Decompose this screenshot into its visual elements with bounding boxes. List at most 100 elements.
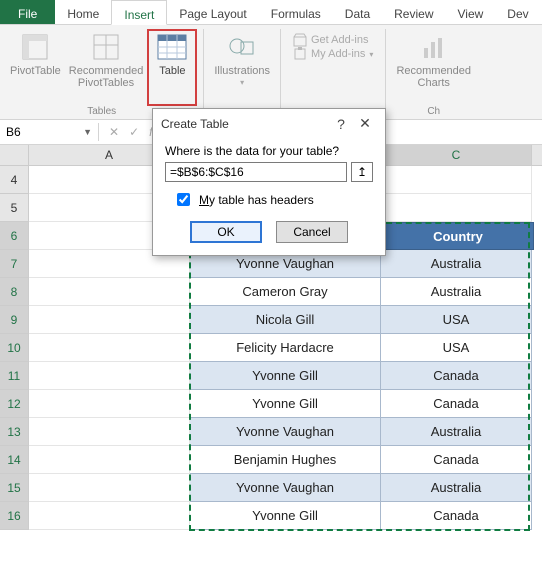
ok-button[interactable]: OK <box>190 221 262 243</box>
pivottable-button[interactable]: PivotTable <box>6 29 65 106</box>
row-header[interactable]: 6 <box>0 222 29 250</box>
recommended-pivottables-button[interactable]: Recommended PivotTables <box>65 29 148 106</box>
tables-group-label: Tables <box>87 106 116 119</box>
row-header[interactable]: 13 <box>0 418 29 446</box>
row-header[interactable]: 8 <box>0 278 29 306</box>
pivottable-icon <box>19 31 51 63</box>
tab-view[interactable]: View <box>446 0 496 24</box>
chevron-down-icon[interactable]: ▼ <box>83 127 92 137</box>
grid-row: 9 Nicola GillUSA <box>0 306 542 334</box>
row-header[interactable]: 14 <box>0 446 29 474</box>
cell[interactable]: Canada <box>381 362 532 390</box>
chevron-down-icon: ▾ <box>369 50 373 59</box>
tab-insert[interactable]: Insert <box>111 0 167 25</box>
row-header[interactable]: 5 <box>0 194 29 222</box>
tab-formulas[interactable]: Formulas <box>259 0 333 24</box>
cell[interactable] <box>29 446 190 474</box>
recommended-charts-label: Recommended Charts <box>396 65 471 89</box>
grid-row: 14 Benjamin HughesCanada <box>0 446 542 474</box>
has-headers-label[interactable]: My table has headers <box>199 193 314 207</box>
collapse-dialog-icon: ↥ <box>357 165 367 179</box>
my-addins-button[interactable]: My Add-ins ▾ <box>293 47 373 61</box>
cell[interactable]: Australia <box>381 418 532 446</box>
cell[interactable] <box>29 474 190 502</box>
tab-file[interactable]: File <box>0 0 55 24</box>
cell[interactable] <box>29 362 190 390</box>
cell[interactable]: Yvonne Gill <box>190 362 381 390</box>
grid-row: 11 Yvonne GillCanada <box>0 362 542 390</box>
grid-row: 16 Yvonne GillCanada <box>0 502 542 530</box>
create-table-dialog: Create Table ? ✕ Where is the data for y… <box>152 108 386 256</box>
cell[interactable]: Australia <box>381 250 532 278</box>
cell[interactable]: Canada <box>381 446 532 474</box>
cell[interactable]: Yvonne Gill <box>190 502 381 530</box>
formula-bar[interactable]: ✕ ✓ fx <box>99 125 158 139</box>
cell[interactable]: Felicity Hardacre <box>190 334 381 362</box>
grid-row: 12 Yvonne GillCanada <box>0 390 542 418</box>
cell[interactable] <box>29 278 190 306</box>
confirm-entry-icon[interactable]: ✓ <box>129 125 139 139</box>
cell[interactable]: Canada <box>381 390 532 418</box>
help-button[interactable]: ? <box>329 116 353 132</box>
cell[interactable]: Cameron Gray <box>190 278 381 306</box>
cell[interactable]: Yvonne Gill <box>190 390 381 418</box>
has-headers-checkbox[interactable] <box>177 193 190 206</box>
cancel-button[interactable]: Cancel <box>276 221 348 243</box>
range-input[interactable] <box>165 162 347 182</box>
my-addins-label: My Add-ins <box>311 48 365 60</box>
grid-row: 8 Cameron GrayAustralia <box>0 278 542 306</box>
cell[interactable]: USA <box>381 334 532 362</box>
chevron-down-icon: ▾ <box>240 77 244 89</box>
tab-page-layout[interactable]: Page Layout <box>167 0 258 24</box>
tab-home[interactable]: Home <box>55 0 111 24</box>
cell[interactable] <box>29 306 190 334</box>
range-picker-button[interactable]: ↥ <box>351 162 373 182</box>
charts-group-label: Ch <box>427 106 440 119</box>
ribbon-body: PivotTable Recommended PivotTables Table… <box>0 25 542 120</box>
row-header[interactable]: 10 <box>0 334 29 362</box>
row-header[interactable]: 9 <box>0 306 29 334</box>
cell[interactable]: Country <box>382 222 534 250</box>
row-header[interactable]: 16 <box>0 502 29 530</box>
illustrations-button[interactable]: Illustrations ▾ <box>210 29 274 106</box>
tab-developer[interactable]: Dev <box>495 0 540 24</box>
cell[interactable] <box>29 390 190 418</box>
name-box[interactable]: B6 ▼ <box>0 123 99 141</box>
table-label: Table <box>159 65 185 77</box>
close-button[interactable]: ✕ <box>353 115 377 132</box>
cancel-entry-icon[interactable]: ✕ <box>109 125 119 139</box>
cell[interactable] <box>381 166 532 194</box>
cell[interactable] <box>29 418 190 446</box>
tab-review[interactable]: Review <box>382 0 445 24</box>
tab-data[interactable]: Data <box>333 0 382 24</box>
ribbon-group-charts: Recommended Charts Ch <box>386 29 481 119</box>
dialog-titlebar[interactable]: Create Table ? ✕ <box>153 109 385 138</box>
cell[interactable]: Canada <box>381 502 532 530</box>
pivottable-label: PivotTable <box>10 65 61 77</box>
row-header[interactable]: 11 <box>0 362 29 390</box>
cell[interactable]: Australia <box>381 474 532 502</box>
table-icon <box>156 31 188 63</box>
table-button[interactable]: Table <box>147 29 197 106</box>
get-addins-label: Get Add-ins <box>311 34 368 46</box>
row-header[interactable]: 12 <box>0 390 29 418</box>
cell[interactable] <box>29 502 190 530</box>
row-header[interactable]: 15 <box>0 474 29 502</box>
cell[interactable]: Yvonne Vaughan <box>190 418 381 446</box>
cell[interactable]: USA <box>381 306 532 334</box>
row-header[interactable]: 7 <box>0 250 29 278</box>
cell[interactable]: Nicola Gill <box>190 306 381 334</box>
cell[interactable] <box>29 334 190 362</box>
cell[interactable] <box>381 194 532 222</box>
col-header-c[interactable]: C <box>381 145 532 165</box>
cell[interactable]: Australia <box>381 278 532 306</box>
cell[interactable]: Benjamin Hughes <box>190 446 381 474</box>
row-header[interactable]: 4 <box>0 166 29 194</box>
ribbon-tabs: File Home Insert Page Layout Formulas Da… <box>0 0 542 25</box>
get-addins-button[interactable]: Get Add-ins <box>293 33 373 47</box>
cell[interactable]: Yvonne Vaughan <box>190 474 381 502</box>
select-all-corner[interactable] <box>0 145 29 165</box>
recommended-charts-button[interactable]: Recommended Charts <box>392 29 475 106</box>
recommended-pivottables-icon <box>90 31 122 63</box>
addins-icon <box>293 47 307 61</box>
